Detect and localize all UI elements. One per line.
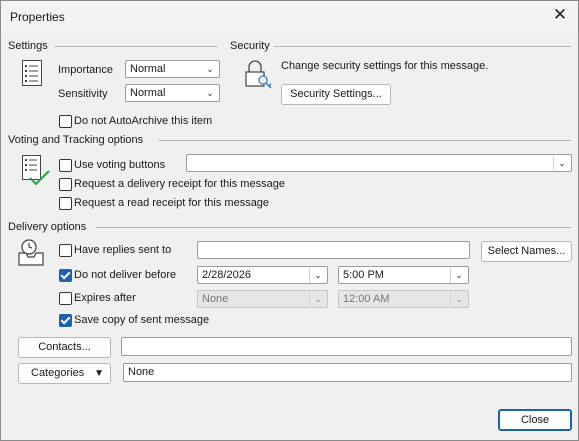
settings-divider xyxy=(54,46,218,47)
chevron-down-icon: ⌄ xyxy=(314,294,322,304)
no-autoarchive-label[interactable]: Do not AutoArchive this item xyxy=(74,115,212,127)
sensitivity-value: Normal xyxy=(130,87,166,99)
properties-dialog: Properties ✕ Settings Importance Normal … xyxy=(0,0,579,441)
sensitivity-label: Sensitivity xyxy=(58,88,108,100)
read-receipt-checkbox[interactable] xyxy=(59,197,72,210)
expires-time-value: 12:00 AM xyxy=(343,293,390,305)
expires-label[interactable]: Expires after xyxy=(74,292,136,304)
chevron-down-icon: ⌄ xyxy=(455,270,463,280)
deliver-time-value: 5:00 PM xyxy=(343,269,384,281)
security-description: Change security settings for this messag… xyxy=(281,60,489,72)
chevron-down-icon: ⌄ xyxy=(558,158,566,168)
list-icon xyxy=(21,59,43,87)
expires-date-select[interactable]: None ⌄ xyxy=(197,290,328,308)
categories-button-label: Categories xyxy=(31,367,85,379)
importance-select[interactable]: Normal ⌄ xyxy=(125,60,220,78)
chevron-down-icon: ⌄ xyxy=(206,88,214,98)
dropdown-separator xyxy=(309,268,310,282)
select-names-button[interactable]: Select Names... xyxy=(481,241,572,262)
do-not-deliver-checkbox[interactable] xyxy=(59,269,72,282)
delivery-heading: Delivery options xyxy=(8,221,87,233)
use-voting-label[interactable]: Use voting buttons xyxy=(74,159,165,171)
lock-key-icon xyxy=(243,58,273,90)
checklist-icon xyxy=(20,154,52,188)
voting-divider xyxy=(158,140,571,141)
do-not-deliver-label[interactable]: Do not deliver before xyxy=(74,269,176,281)
dropdown-separator xyxy=(309,292,310,306)
expires-checkbox[interactable] xyxy=(59,292,72,305)
close-button[interactable]: Close xyxy=(498,409,572,431)
caret-down-icon: ▼ xyxy=(94,368,104,379)
dropdown-separator xyxy=(553,156,554,170)
chevron-down-icon: ⌄ xyxy=(455,294,463,304)
deliver-date-select[interactable]: 2/28/2026 ⌄ xyxy=(197,266,328,284)
window-title: Properties xyxy=(10,10,65,24)
replies-label[interactable]: Have replies sent to xyxy=(74,244,171,256)
save-copy-checkbox[interactable] xyxy=(59,314,72,327)
security-settings-button[interactable]: Security Settings... xyxy=(281,84,391,105)
use-voting-checkbox[interactable] xyxy=(59,159,72,172)
title-bar: Properties ✕ xyxy=(1,1,578,32)
settings-heading: Settings xyxy=(8,40,48,52)
voting-heading: Voting and Tracking options xyxy=(8,134,144,146)
categories-field: None xyxy=(123,363,572,382)
security-divider xyxy=(274,46,571,47)
save-copy-label[interactable]: Save copy of sent message xyxy=(74,314,209,326)
deliver-time-select[interactable]: 5:00 PM ⌄ xyxy=(338,266,469,284)
contacts-input[interactable] xyxy=(121,337,572,356)
dropdown-separator xyxy=(450,268,451,282)
expires-date-value: None xyxy=(202,293,229,305)
replies-checkbox[interactable] xyxy=(59,244,72,257)
close-window-icon[interactable]: ✕ xyxy=(552,6,568,23)
chevron-down-icon: ⌄ xyxy=(206,64,214,74)
contacts-button[interactable]: Contacts... xyxy=(18,337,111,358)
voting-buttons-select[interactable]: ⌄ xyxy=(186,154,572,172)
delivery-receipt-checkbox[interactable] xyxy=(59,178,72,191)
expires-time-select[interactable]: 12:00 AM ⌄ xyxy=(338,290,469,308)
read-receipt-label[interactable]: Request a read receipt for this message xyxy=(74,197,269,209)
security-heading: Security xyxy=(230,40,270,52)
importance-value: Normal xyxy=(130,63,166,75)
dropdown-separator xyxy=(450,292,451,306)
deliver-date-value: 2/28/2026 xyxy=(202,269,251,281)
chevron-down-icon: ⌄ xyxy=(314,270,322,280)
sensitivity-select[interactable]: Normal ⌄ xyxy=(125,84,220,102)
no-autoarchive-checkbox[interactable] xyxy=(59,115,72,128)
categories-button[interactable]: Categories ▼ xyxy=(18,363,111,384)
delivery-divider xyxy=(96,227,571,228)
delivery-receipt-label[interactable]: Request a delivery receipt for this mess… xyxy=(74,178,285,190)
replies-to-input[interactable] xyxy=(197,241,470,259)
inbox-clock-icon xyxy=(17,238,47,268)
importance-label: Importance xyxy=(58,64,114,76)
